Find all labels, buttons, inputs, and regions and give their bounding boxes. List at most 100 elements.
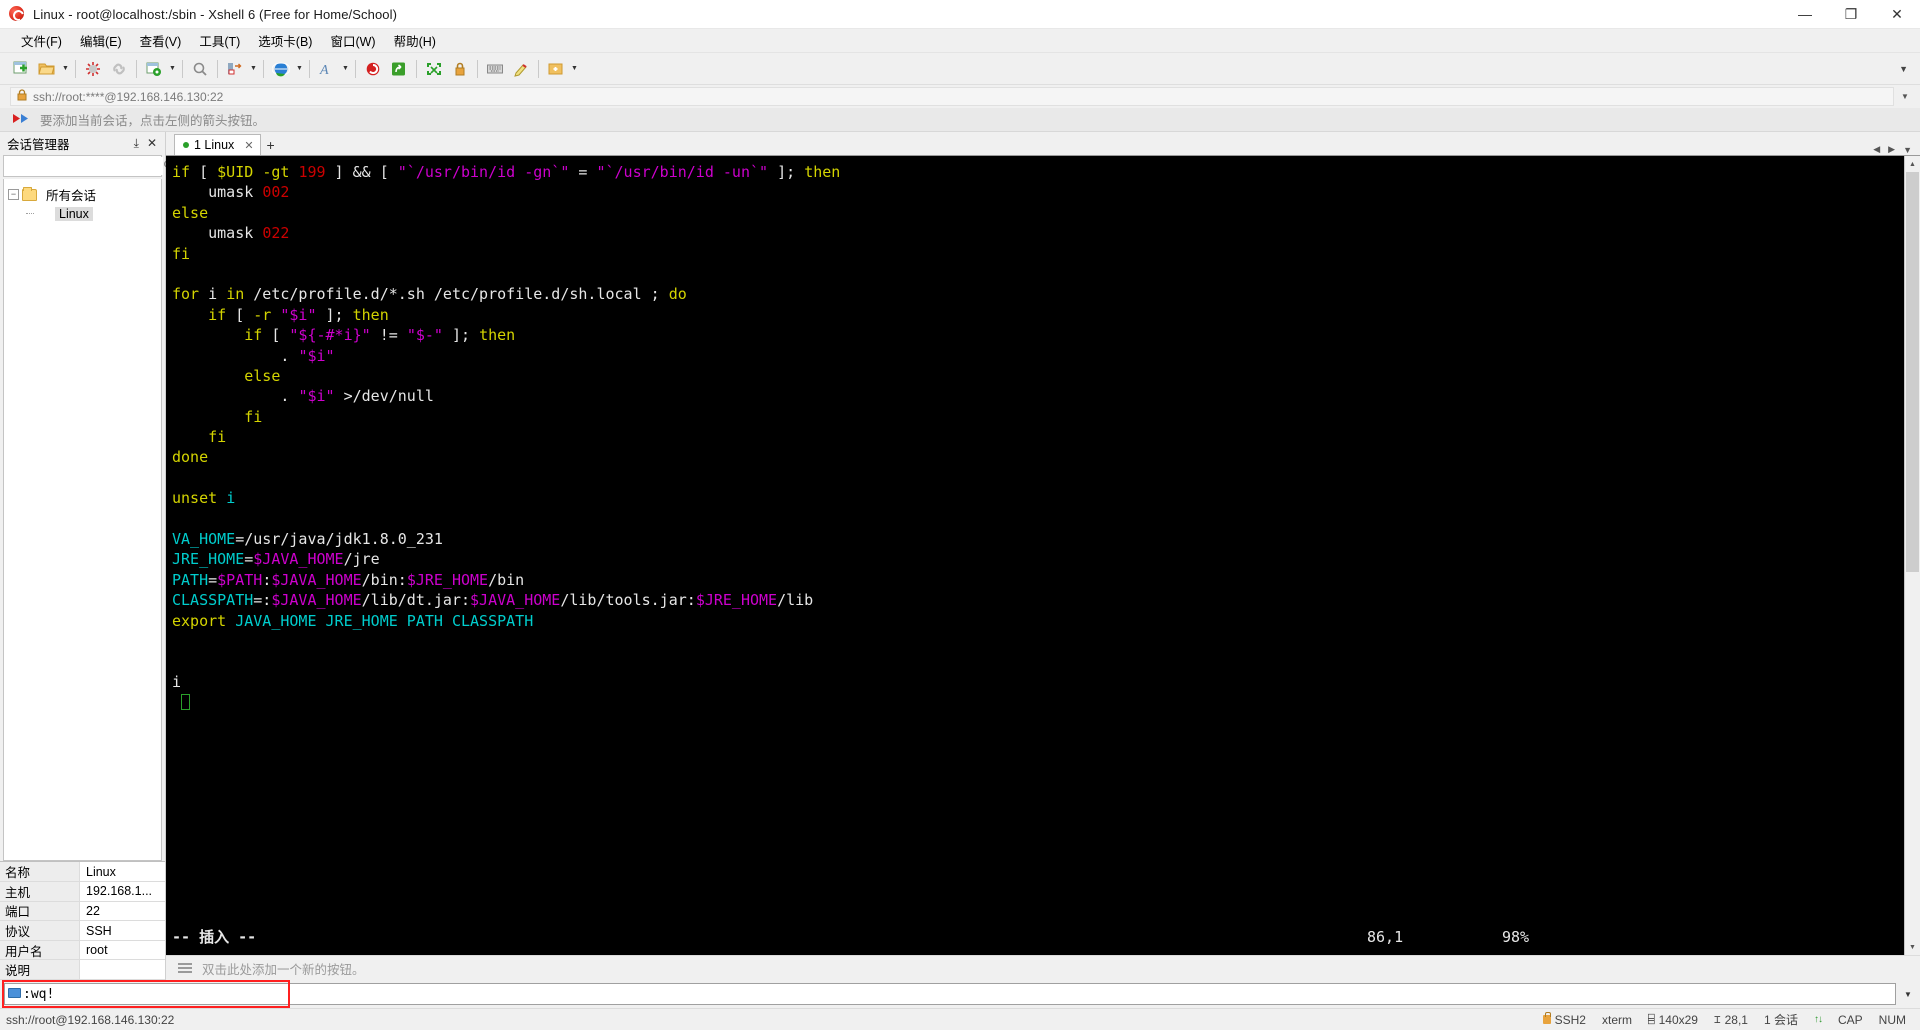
menu-tabs[interactable]: 选项卡(B) (249, 28, 321, 53)
globe-dropdown[interactable]: ▼ (294, 56, 305, 82)
highlight-icon[interactable] (508, 56, 534, 82)
status-cap-lock: CAP (1837, 1012, 1863, 1027)
menu-window[interactable]: 窗口(W) (321, 28, 384, 53)
scrollbar-track[interactable] (1905, 172, 1920, 939)
command-input[interactable]: :wq! (4, 983, 1896, 1005)
fullscreen-icon[interactable] (421, 56, 447, 82)
status-protocol: SSH2 (1535, 1012, 1594, 1027)
scroll-up-icon[interactable]: ▲ (1905, 156, 1920, 172)
font-icon[interactable]: A (314, 56, 340, 82)
tab-scroll-left-icon[interactable]: ◀ (1873, 144, 1880, 155)
quick-command-bar[interactable]: 双击此处添加一个新的按钮。 (166, 955, 1920, 980)
folder-icon (22, 186, 37, 201)
session-properties-dropdown[interactable]: ▼ (167, 56, 178, 82)
hamburger-icon (178, 963, 192, 973)
status-session-count: 1 会话 (1763, 1013, 1798, 1027)
size-icon: ⌸ (1647, 1013, 1655, 1026)
menu-view[interactable]: 查看(V) (131, 28, 191, 53)
tree-node-linux[interactable]: Linux (4, 204, 161, 223)
command-history-dropdown[interactable]: ▼ (1898, 990, 1918, 999)
hint-text: 要添加当前会话，点击左侧的箭头按钮。 (40, 114, 266, 128)
property-value: Linux (86, 864, 116, 879)
session-manager-header: 会话管理器 ⤓ ✕ (0, 132, 165, 154)
property-value: root (86, 943, 108, 958)
xftp-icon[interactable] (386, 56, 412, 82)
tab-linux[interactable]: 1 Linux ✕ (174, 134, 261, 155)
window-controls: — ❐ ✕ (1782, 0, 1920, 29)
scrollbar-thumb[interactable] (1906, 172, 1919, 572)
close-icon: ✕ (1891, 6, 1903, 22)
menu-edit[interactable]: 编辑(E) (71, 28, 131, 53)
pin-icon[interactable]: ⤓ (134, 136, 139, 151)
new-tab-button[interactable]: + (261, 134, 281, 155)
toolbar-separator (136, 59, 137, 78)
tab-scroll-right-icon[interactable]: ▶ (1888, 144, 1895, 155)
terminal-line: i (172, 672, 182, 691)
session-search[interactable] (3, 155, 175, 177)
add-note-icon[interactable] (543, 56, 569, 82)
vim-status-line: -- 插入 -- 86,1 98% (172, 927, 1904, 947)
tab-list-icon[interactable]: ▼ (1903, 145, 1912, 155)
new-session-icon[interactable] (8, 56, 34, 82)
command-value: :wq! (23, 986, 55, 1002)
close-panel-icon[interactable]: ✕ (147, 136, 157, 151)
maximize-button[interactable]: ❐ (1828, 0, 1874, 29)
globe-icon[interactable] (268, 56, 294, 82)
xshell-app-icon (9, 5, 26, 23)
table-row: 主机 192.168.1... (0, 882, 165, 902)
keyboard-icon[interactable] (482, 56, 508, 82)
menu-file[interactable]: 文件(F) (12, 28, 71, 53)
reconnect-icon[interactable] (106, 56, 132, 82)
address-input[interactable]: ssh://root:****@192.168.146.130:22 (10, 87, 1894, 106)
lock-icon[interactable] (447, 56, 473, 82)
menu-tools[interactable]: 工具(T) (190, 28, 249, 53)
collapse-icon[interactable]: − (8, 189, 19, 200)
font-dropdown[interactable]: ▼ (340, 56, 351, 82)
open-folder-dropdown[interactable]: ▼ (60, 56, 71, 82)
terminal-cursor (181, 694, 191, 711)
terminal-line: . "$i" >/dev/null (172, 387, 434, 406)
toolbar-separator (217, 59, 218, 78)
tree-node-all-sessions[interactable]: − 所有会话 (4, 185, 161, 204)
lock-icon (17, 89, 27, 104)
find-icon[interactable] (187, 56, 213, 82)
terminal-line: if [ -r "$i" ]; then (208, 305, 389, 324)
menu-help[interactable]: 帮助(H) (385, 28, 445, 53)
updown-arrows-icon: ↑↓ (1813, 1014, 1823, 1025)
close-button[interactable]: ✕ (1874, 0, 1920, 29)
session-manager-title: 会话管理器 (7, 137, 70, 152)
add-note-dropdown[interactable]: ▼ (569, 56, 580, 82)
session-search-input[interactable] (4, 157, 163, 175)
status-protocol-label: SSH2 (1554, 1012, 1586, 1027)
file-transfer-icon[interactable] (222, 56, 248, 82)
property-key: 协议 (0, 921, 80, 940)
session-tree[interactable]: − 所有会话 Linux (3, 179, 162, 862)
lock-icon (1542, 1012, 1551, 1024)
scroll-down-icon[interactable]: ▼ (1905, 939, 1920, 955)
session-properties-icon[interactable] (141, 56, 167, 82)
body: 会话管理器 ⤓ ✕ − 所有会话 Linux 名称 Linux 主机 192.1… (0, 132, 1920, 980)
tab-strip: 1 Linux ✕ + ◀ ▶ ▼ (166, 132, 1920, 155)
table-row: 端口 22 (0, 901, 165, 922)
file-transfer-dropdown[interactable]: ▼ (248, 56, 259, 82)
table-row: 名称 Linux (0, 862, 165, 883)
tab-navigation: ◀ ▶ ▼ (1873, 144, 1920, 155)
open-folder-icon[interactable] (34, 56, 60, 82)
terminal-line: JRE_HOME=$JAVA_HOME/jre (172, 550, 380, 569)
menu-bar: 文件(F) 编辑(E) 查看(V) 工具(T) 选项卡(B) 窗口(W) 帮助(… (0, 29, 1920, 53)
disconnect-icon[interactable] (80, 56, 106, 82)
terminal-scrollbar[interactable]: ▲ ▼ (1904, 156, 1920, 955)
xshell-icon[interactable] (360, 56, 386, 82)
terminal-line: CLASSPATH=:$JAVA_HOME/lib/dt.jar:$JAVA_H… (172, 591, 814, 610)
property-key: 主机 (0, 882, 80, 901)
terminal-screen[interactable]: if [ $UID -gt 199 ] && [ "`/usr/bin/id -… (166, 156, 1904, 955)
minimize-button[interactable]: — (1782, 0, 1828, 29)
tree-line (26, 213, 34, 214)
toolbar-overflow[interactable]: ▼ (1893, 64, 1920, 74)
tab-close-icon[interactable]: ✕ (244, 139, 253, 152)
status-num-lock: NUM (1878, 1012, 1906, 1027)
address-dropdown[interactable]: ▼ (1894, 92, 1916, 101)
status-connection: ssh://root@192.168.146.130:22 (6, 1012, 175, 1027)
